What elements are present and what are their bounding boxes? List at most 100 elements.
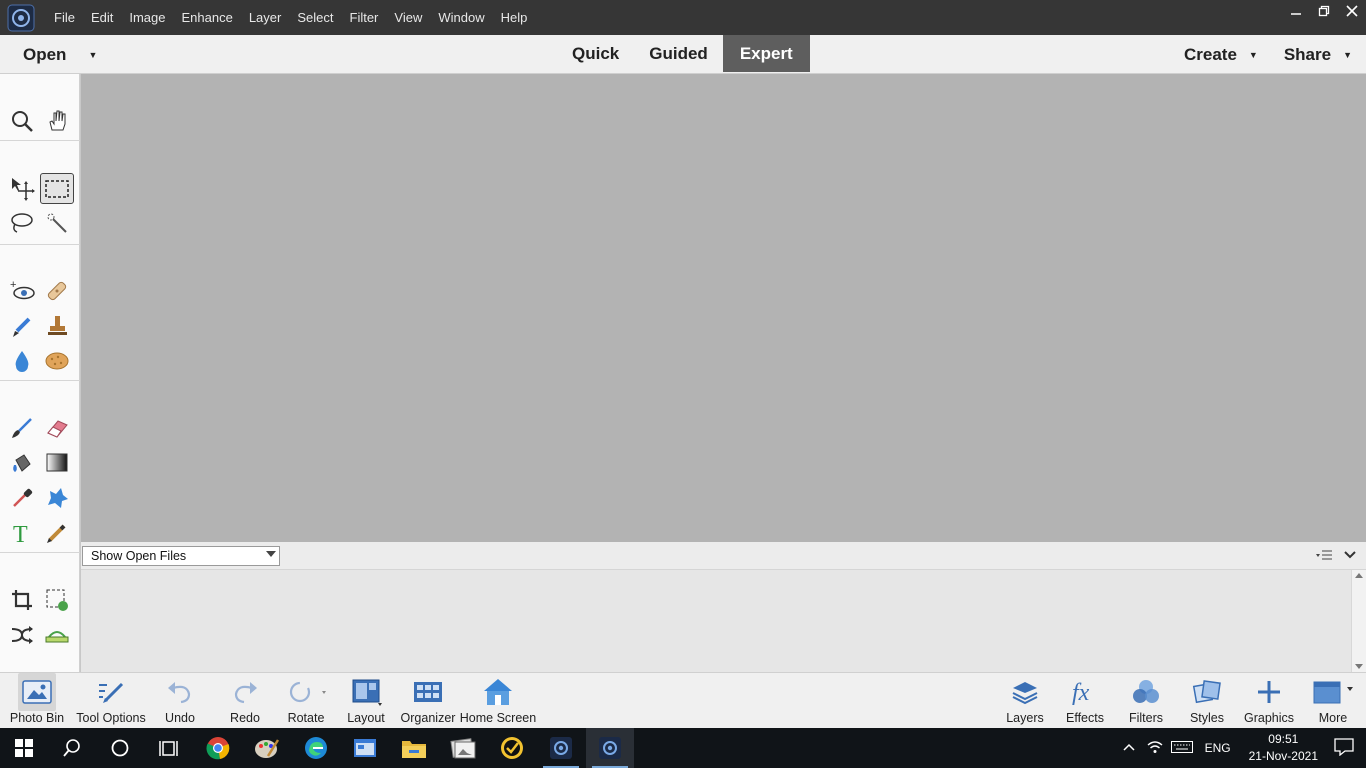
- paint-app-icon[interactable]: [243, 728, 291, 768]
- move-tool-icon[interactable]: [6, 173, 38, 203]
- redo-icon: [234, 682, 257, 704]
- eyedropper-tool-icon[interactable]: [6, 483, 38, 513]
- search-icon[interactable]: [48, 728, 96, 768]
- notification-icon[interactable]: [1334, 737, 1354, 759]
- windows-start-icon[interactable]: [0, 728, 48, 768]
- layers-button[interactable]: Layers: [1005, 673, 1045, 729]
- menu-edit[interactable]: Edit: [83, 0, 121, 35]
- chevron-down-icon: ▼: [1248, 49, 1258, 60]
- undo-button[interactable]: Undo: [162, 673, 198, 729]
- tab-quick[interactable]: Quick: [557, 35, 634, 72]
- photo-bin-area: [81, 570, 1351, 672]
- menu-window[interactable]: Window: [430, 0, 492, 35]
- bin-select-value: Show Open Files: [91, 549, 187, 563]
- chrome-icon[interactable]: [194, 728, 242, 768]
- wifi-icon[interactable]: [1147, 740, 1163, 757]
- lasso-tool-icon[interactable]: [6, 208, 38, 238]
- menu-layer[interactable]: Layer: [241, 0, 290, 35]
- graphics-button[interactable]: Graphics: [1243, 673, 1295, 729]
- close-button[interactable]: [1338, 0, 1366, 22]
- clock[interactable]: 09:51 21-Nov-2021: [1249, 731, 1318, 765]
- blur-tool-icon[interactable]: [6, 346, 38, 376]
- eraser-tool-icon[interactable]: [41, 413, 73, 443]
- tab-guided[interactable]: Guided: [634, 35, 723, 72]
- photo-bin-button[interactable]: Photo Bin: [9, 673, 65, 729]
- home-screen-button[interactable]: Home Screen: [459, 673, 537, 729]
- filters-button[interactable]: Filters: [1127, 673, 1165, 729]
- gradient-tool-icon[interactable]: [41, 448, 73, 478]
- chevron-down-icon[interactable]: ▼: [88, 50, 97, 60]
- layers-label: Layers: [1006, 711, 1044, 725]
- clone-stamp-tool-icon[interactable]: [41, 311, 73, 341]
- smart-brush-tool-icon[interactable]: [6, 311, 38, 341]
- language-indicator[interactable]: ENG: [1205, 741, 1231, 755]
- tool-options-label: Tool Options: [76, 711, 146, 725]
- graphics-label: Graphics: [1243, 711, 1295, 725]
- task-view-icon[interactable]: [144, 728, 192, 768]
- spot-healing-brush-tool-icon[interactable]: [41, 276, 73, 306]
- app-logo-icon[interactable]: [4, 0, 38, 35]
- more-button[interactable]: More: [1311, 673, 1355, 729]
- tool-options-button[interactable]: Tool Options: [74, 673, 148, 729]
- bin-scrollbar[interactable]: [1351, 570, 1366, 672]
- custom-shape-tool-icon[interactable]: [41, 483, 73, 513]
- restore-button[interactable]: [1310, 0, 1338, 22]
- rectangular-marquee-tool-icon[interactable]: [40, 173, 74, 204]
- create-menu[interactable]: Create ▼: [1184, 45, 1258, 65]
- tab-expert[interactable]: Expert: [722, 35, 810, 72]
- undo-label: Undo: [165, 711, 195, 725]
- recompose-tool-icon[interactable]: [41, 585, 73, 615]
- collapse-bin-icon[interactable]: [1344, 548, 1356, 566]
- explorer-window-icon[interactable]: [341, 728, 389, 768]
- styles-button[interactable]: Styles: [1188, 673, 1226, 729]
- menu-enhance[interactable]: Enhance: [174, 0, 241, 35]
- toolbox: + T: [0, 74, 80, 672]
- red-eye-removal-tool-icon[interactable]: +: [6, 276, 38, 306]
- menu-select[interactable]: Select: [289, 0, 341, 35]
- menu-image[interactable]: Image: [121, 0, 173, 35]
- show-open-files-select[interactable]: Show Open Files: [82, 546, 280, 566]
- open-button[interactable]: Open ▼: [23, 35, 97, 74]
- effects-label: Effects: [1066, 711, 1104, 725]
- zoom-tool-icon[interactable]: [6, 106, 38, 136]
- sponge-tool-icon[interactable]: [41, 346, 73, 376]
- bin-options-icon[interactable]: [1316, 548, 1332, 566]
- quick-selection-tool-icon[interactable]: [41, 208, 73, 238]
- minimize-button[interactable]: [1282, 0, 1310, 22]
- straighten-tool-icon[interactable]: [41, 620, 73, 650]
- organizer-button[interactable]: Organizer: [400, 673, 456, 729]
- photos-app-icon[interactable]: [439, 728, 487, 768]
- svg-text:T: T: [13, 522, 28, 546]
- divider: [0, 140, 80, 141]
- cortana-icon[interactable]: [96, 728, 144, 768]
- share-menu[interactable]: Share ▼: [1284, 45, 1352, 65]
- image-canvas[interactable]: [81, 74, 1366, 542]
- photo-bin-label: Photo Bin: [9, 711, 65, 725]
- redo-label: Redo: [230, 711, 260, 725]
- hand-tool-icon[interactable]: [41, 106, 73, 136]
- menu-help[interactable]: Help: [493, 0, 536, 35]
- brush-tool-icon[interactable]: [6, 413, 38, 443]
- layout-button[interactable]: Layout: [346, 673, 386, 729]
- photoshop-elements-active-icon[interactable]: [586, 728, 634, 768]
- crop-tool-icon[interactable]: [6, 585, 38, 615]
- type-tool-icon[interactable]: T: [6, 518, 38, 548]
- photoshop-elements-editor-icon[interactable]: [537, 728, 585, 768]
- rotate-button[interactable]: Rotate: [284, 673, 328, 729]
- organizer-label: Organizer: [400, 711, 456, 725]
- chevron-down-icon: [266, 551, 276, 557]
- menu-file[interactable]: File: [46, 0, 83, 35]
- effects-button[interactable]: fx Effects: [1063, 673, 1107, 729]
- chevron-up-icon[interactable]: [1123, 741, 1135, 755]
- norton-icon[interactable]: [488, 728, 536, 768]
- open-label: Open: [23, 44, 67, 64]
- keyboard-icon[interactable]: [1170, 740, 1193, 756]
- paint-bucket-tool-icon[interactable]: [6, 448, 38, 478]
- edge-icon[interactable]: [292, 728, 340, 768]
- content-aware-move-tool-icon[interactable]: [6, 620, 38, 650]
- menu-filter[interactable]: Filter: [342, 0, 387, 35]
- redo-button[interactable]: Redo: [227, 673, 263, 729]
- menu-view[interactable]: View: [386, 0, 430, 35]
- pencil-tool-icon[interactable]: [41, 518, 73, 548]
- file-explorer-icon[interactable]: [390, 728, 438, 768]
